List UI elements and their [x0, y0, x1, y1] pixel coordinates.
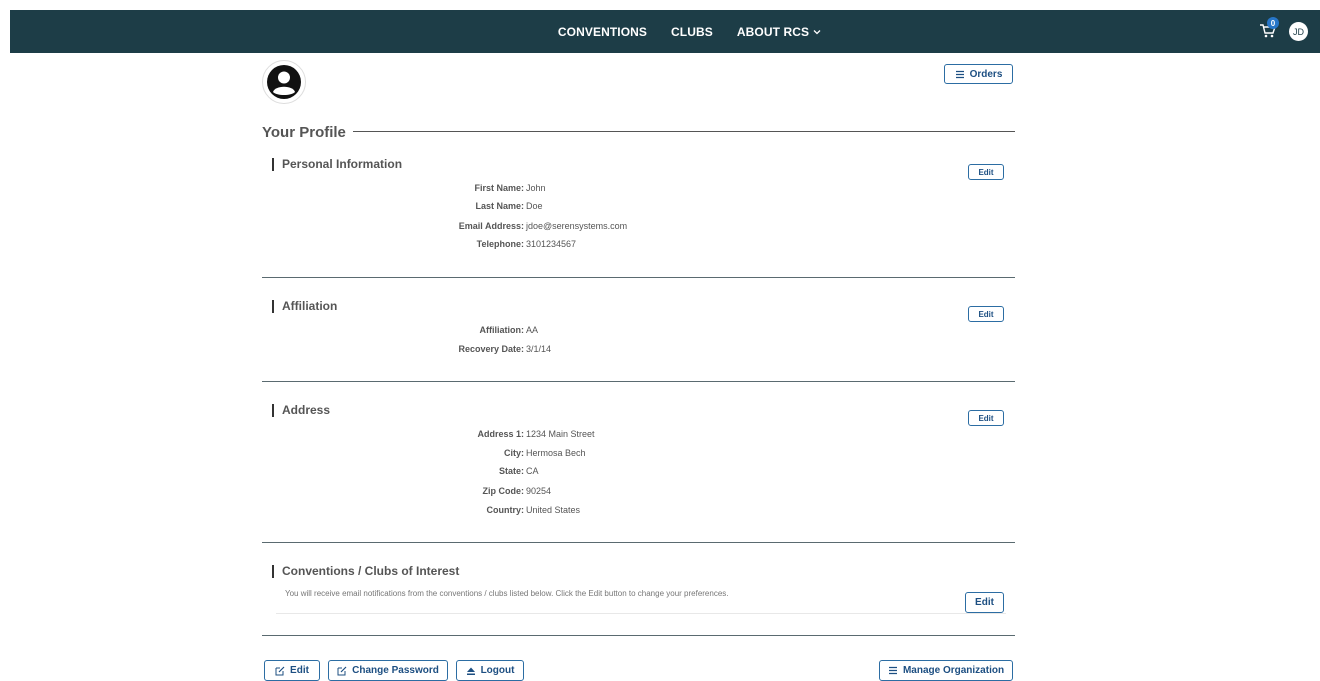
field-row: First Name: John: [262, 182, 762, 194]
nav-links: CONVENTIONS CLUBS ABOUT RCS: [10, 10, 1320, 53]
logout-button[interactable]: Logout: [456, 660, 524, 681]
field-value: 1234 Main Street: [526, 429, 595, 439]
field-value: jdoe@serensystems.com: [526, 221, 628, 231]
field-label: State:: [498, 466, 524, 476]
field-label: Affiliation:: [479, 325, 525, 335]
field-value: CA: [526, 466, 539, 476]
cart-count-badge: 0: [1267, 17, 1279, 29]
field-value: 3101234567: [526, 239, 577, 249]
manage-organization-label: Manage Organization: [902, 665, 1005, 676]
edit-address-button[interactable]: Edit: [968, 410, 1004, 426]
field-row: Recovery Date: 3/1/14: [262, 343, 762, 355]
section-divider: [262, 542, 1015, 543]
change-password-button[interactable]: Change Password: [328, 660, 448, 681]
field-row: Last Name: Doe: [262, 200, 762, 212]
edit-icon: [275, 666, 285, 675]
field-label: Country:: [486, 505, 525, 515]
field-label: Address 1:: [477, 429, 524, 439]
top-navbar: CONVENTIONS CLUBS ABOUT RCS 0 JD: [10, 10, 1320, 53]
field-row: Affiliation: AA: [262, 324, 762, 336]
orders-button-label: Orders: [969, 68, 1003, 80]
page-title: Your Profile: [262, 124, 346, 141]
edit-personal-button[interactable]: Edit: [968, 164, 1004, 180]
footer-edit-label: Edit: [290, 665, 309, 676]
field-label: Email Address:: [458, 221, 524, 231]
field-label: City:: [504, 448, 524, 458]
field-row: Address 1: 1234 Main Street: [262, 428, 762, 440]
list-icon: [955, 70, 964, 78]
field-value: 3/1/14: [526, 344, 552, 354]
section-title-affiliation: Affiliation: [272, 300, 337, 313]
nav-link-about[interactable]: ABOUT RCS: [737, 25, 822, 39]
edit-icon: [337, 666, 347, 675]
field-value: Doe: [526, 201, 543, 211]
footer-edit-button[interactable]: Edit: [264, 660, 320, 681]
field-row: City: Hermosa Bech: [262, 447, 762, 459]
section-title-personal: Personal Information: [272, 158, 402, 171]
field-value: 90254: [526, 486, 552, 496]
nav-link-about-label: ABOUT RCS: [736, 24, 810, 39]
interests-note: You will receive email notifications fro…: [285, 589, 729, 598]
section-divider: [262, 381, 1015, 382]
manage-organization-button[interactable]: Manage Organization: [879, 660, 1013, 681]
interests-list-divider: [276, 613, 1006, 614]
field-value: John: [526, 183, 546, 193]
field-row: State: CA: [262, 465, 762, 477]
field-label: First Name:: [474, 183, 524, 193]
change-password-label: Change Password: [352, 665, 439, 676]
field-label: Zip Code:: [482, 486, 525, 496]
title-divider: [353, 131, 1015, 132]
field-label: Telephone:: [476, 239, 524, 249]
chevron-down-icon: [813, 29, 821, 34]
field-label: Last Name:: [475, 201, 524, 211]
nav-link-clubs[interactable]: CLUBS: [671, 25, 713, 39]
field-row: Country: United States: [262, 504, 762, 516]
field-label: Recovery Date:: [458, 344, 524, 354]
user-circle-icon: [267, 65, 301, 99]
field-value: AA: [526, 325, 539, 335]
field-row: Email Address: jdoe@serensystems.com: [262, 220, 762, 232]
list-icon: [888, 666, 897, 675]
user-avatar[interactable]: JD: [1289, 22, 1308, 41]
profile-avatar: [262, 60, 306, 104]
section-divider: [262, 277, 1015, 278]
field-row: Telephone: 3101234567: [262, 238, 762, 250]
edit-interests-button[interactable]: Edit: [965, 592, 1004, 613]
field-value: United States: [526, 505, 581, 515]
eject-icon: [466, 667, 475, 675]
field-row: Zip Code: 90254: [262, 485, 762, 497]
field-value: Hermosa Bech: [526, 448, 586, 458]
section-title-interests: Conventions / Clubs of Interest: [272, 565, 459, 578]
logout-label: Logout: [480, 665, 515, 676]
section-divider: [262, 635, 1015, 636]
nav-link-conventions[interactable]: CONVENTIONS: [558, 25, 647, 39]
orders-button[interactable]: Orders: [944, 64, 1013, 84]
edit-affiliation-button[interactable]: Edit: [968, 306, 1004, 322]
section-title-address: Address: [272, 404, 330, 417]
